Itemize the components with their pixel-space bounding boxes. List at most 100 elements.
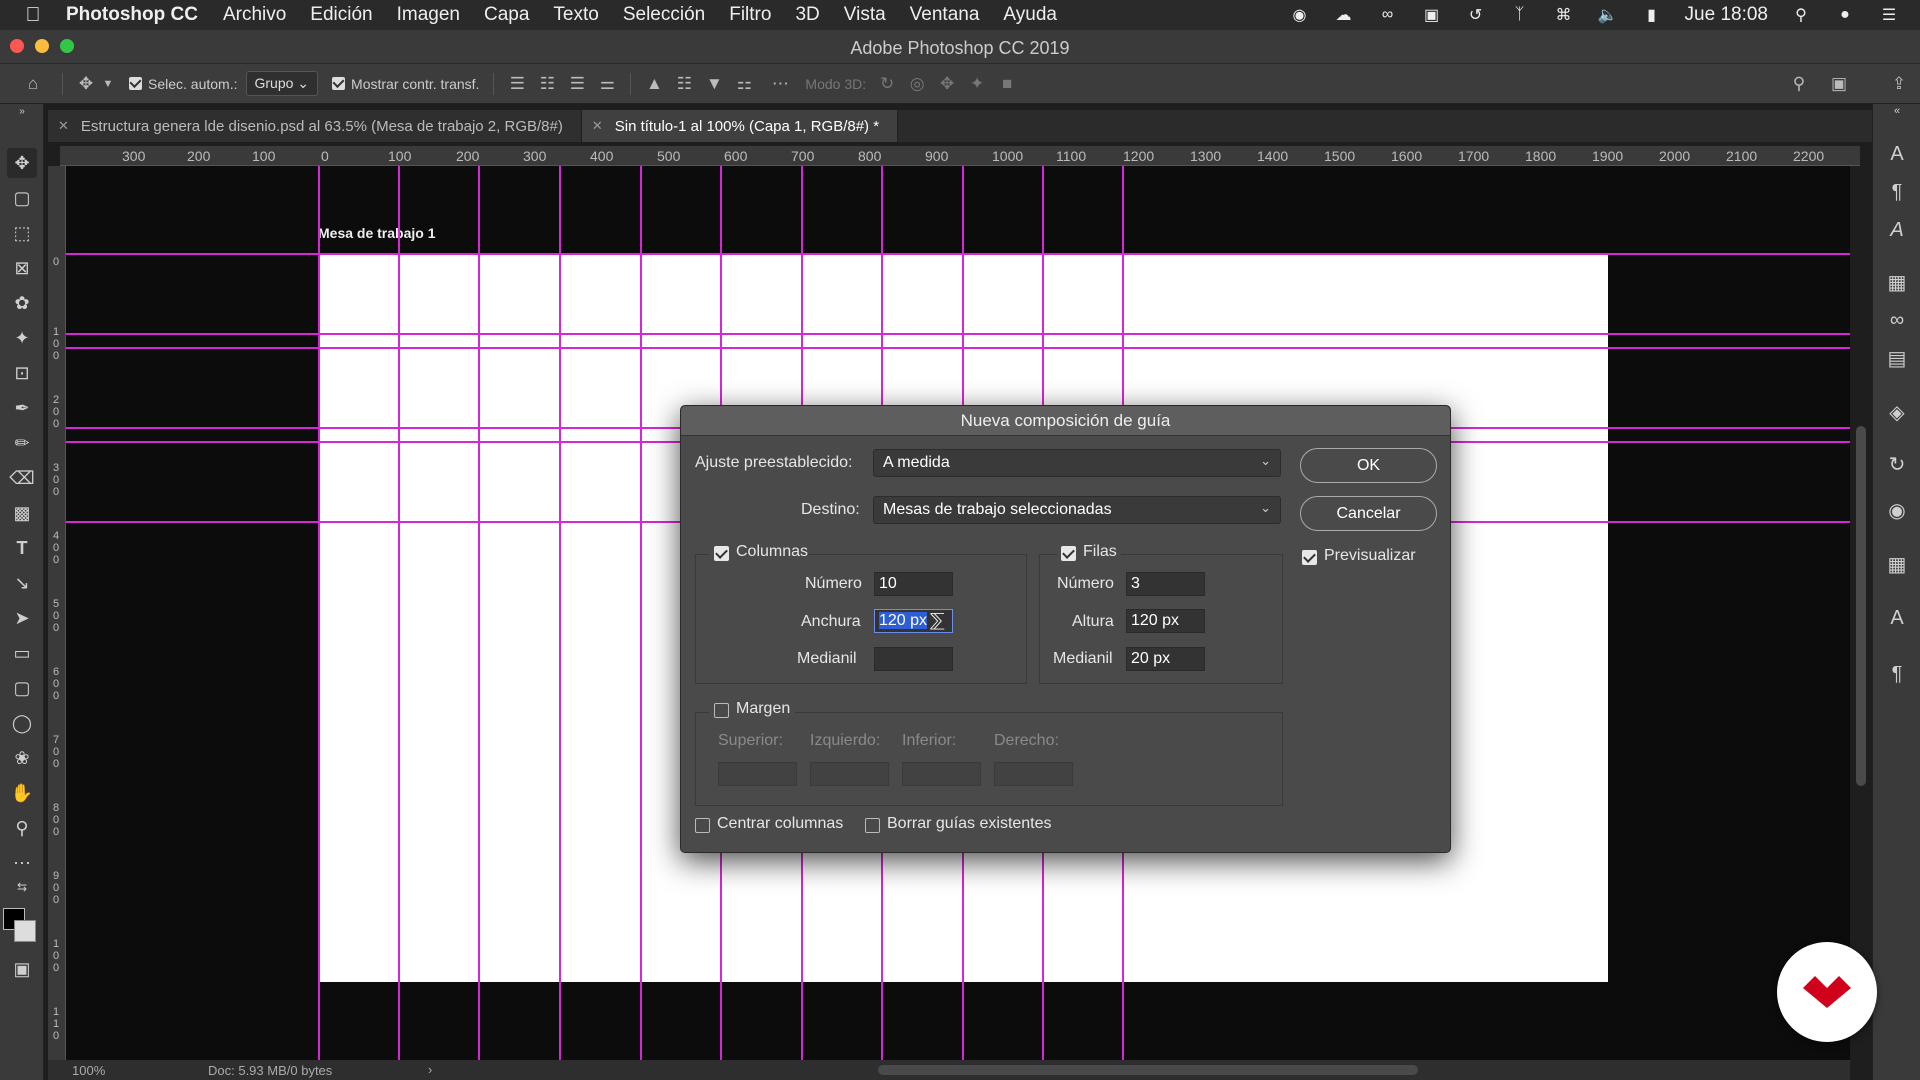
menu-capa[interactable]: Capa	[484, 4, 529, 26]
auto-select-check[interactable]	[129, 77, 142, 90]
magic-wand-tool-icon[interactable]: ✦	[7, 323, 37, 353]
align-right-icon[interactable]: ☰	[562, 69, 592, 99]
type-tool-icon[interactable]: T	[7, 533, 37, 563]
lasso-tool-icon[interactable]: ✿	[7, 288, 37, 318]
panel-collapse-icon[interactable]: «	[1883, 104, 1911, 118]
move-tool-icon[interactable]: ✥	[7, 148, 37, 178]
vertical-scroll-thumb[interactable]	[1856, 426, 1866, 786]
move-tool-icon[interactable]: ✥	[71, 69, 101, 99]
gradient-tool-icon[interactable]: ▩	[7, 498, 37, 528]
auto-select-mode-dropdown[interactable]: Grupo ⌄	[245, 71, 319, 96]
swap-colors-icon[interactable]: ⇆	[7, 878, 37, 896]
more-options-icon[interactable]: ⋯	[765, 69, 795, 99]
paragraph-panel-icon[interactable]: ¶	[1883, 178, 1911, 206]
frame-tool-icon[interactable]: ⊠	[7, 253, 37, 283]
custom-shape-tool-icon[interactable]: ❀	[7, 743, 37, 773]
margin-checkbox[interactable]	[714, 703, 729, 718]
zoom-level[interactable]: 100%	[72, 1063, 105, 1078]
clear-guides-checkbox[interactable]	[865, 818, 880, 833]
menu-imagen[interactable]: Imagen	[397, 4, 460, 26]
horizontal-guide[interactable]	[66, 333, 1850, 335]
volume-icon[interactable]: 🔈	[1597, 6, 1619, 24]
crop-tool-icon[interactable]: ⊡	[7, 358, 37, 388]
align-top-icon[interactable]: ▲	[639, 69, 669, 99]
eyedropper-tool-icon[interactable]: ✒	[7, 393, 37, 423]
cloud-icon[interactable]: ☁	[1333, 6, 1355, 24]
close-tab-icon[interactable]: ✕	[592, 118, 603, 134]
vertical-guide[interactable]	[398, 166, 400, 1060]
siri-icon[interactable]: ●	[1834, 6, 1856, 24]
preset-dropdown[interactable]: A medida ⌄	[873, 449, 1281, 477]
rows-number-input[interactable]: 3	[1126, 572, 1205, 596]
rows-gutter-input[interactable]: 20 px	[1126, 647, 1205, 671]
zoom-tool-icon[interactable]: ⚲	[7, 813, 37, 843]
distribute-icon[interactable]: ⚌	[592, 69, 622, 99]
menubar-clock[interactable]: Jue 18:08	[1685, 4, 1768, 26]
vertical-guide[interactable]	[318, 166, 320, 1060]
wifi-icon[interactable]: ⌘	[1553, 6, 1575, 24]
character-panel-icon[interactable]: A	[1883, 140, 1911, 168]
vertical-scrollbar[interactable]	[1850, 166, 1872, 1060]
target-dropdown[interactable]: Mesas de trabajo seleccionadas ⌄	[873, 496, 1281, 524]
battery-icon[interactable]: ▮	[1641, 6, 1663, 24]
ok-button[interactable]: OK	[1300, 448, 1437, 483]
apple-menu-icon[interactable]: 	[0, 4, 66, 27]
menu-ventana[interactable]: Ventana	[910, 4, 980, 26]
align-center-horizontal-icon[interactable]: ☷	[532, 69, 562, 99]
rows-height-input[interactable]: 120 px	[1126, 609, 1205, 633]
properties-panel-icon[interactable]: ▦	[1883, 268, 1911, 296]
show-transform-checkbox[interactable]: Mostrar contr. transf.	[332, 76, 479, 92]
align-bottom-icon[interactable]: ▼	[699, 69, 729, 99]
display-icon[interactable]: ▣	[1421, 6, 1443, 24]
bluetooth-icon[interactable]: ᛉ	[1509, 6, 1531, 24]
vertical-guide[interactable]	[478, 166, 480, 1060]
rounded-rectangle-tool-icon[interactable]: ▢	[7, 673, 37, 703]
record-icon[interactable]: ◉	[1289, 6, 1311, 24]
workspace-icon[interactable]: ▣	[1824, 69, 1854, 99]
share-icon[interactable]: ⇪	[1884, 69, 1914, 99]
columns-number-input[interactable]: 10	[874, 572, 953, 596]
document-info[interactable]: Doc: 5.93 MB/0 bytes	[208, 1063, 332, 1078]
menu-ayuda[interactable]: Ayuda	[1003, 4, 1057, 26]
app-menu[interactable]: Photoshop CC	[66, 4, 198, 26]
columns-gutter-input[interactable]	[874, 647, 953, 671]
layers-panel-icon[interactable]: ◈	[1883, 398, 1911, 426]
screen-mode-icon[interactable]: ▣	[7, 954, 37, 984]
swatches-panel-icon[interactable]: ◉	[1883, 496, 1911, 524]
time-machine-icon[interactable]: ↺	[1465, 6, 1487, 24]
grid-panel-icon[interactable]: ▦	[1883, 550, 1911, 578]
close-tab-icon[interactable]: ✕	[58, 118, 69, 134]
align-middle-vertical-icon[interactable]: ☷	[669, 69, 699, 99]
marquee-tool-icon[interactable]: ⬚	[7, 218, 37, 248]
character-styles-panel-icon[interactable]: A	[1883, 604, 1911, 632]
hand-tool-icon[interactable]: ✋	[7, 778, 37, 808]
chevron-down-icon[interactable]: ▼	[101, 69, 115, 99]
menu-archivo[interactable]: Archivo	[223, 4, 286, 26]
ellipse-tool-icon[interactable]: ◯	[7, 708, 37, 738]
columns-checkbox[interactable]	[714, 546, 729, 561]
preview-checkbox[interactable]	[1302, 550, 1317, 565]
libraries-panel-icon[interactable]: ∞	[1883, 306, 1911, 334]
menu-3d[interactable]: 3D	[795, 4, 819, 26]
eraser-tool-icon[interactable]: ⌫	[7, 463, 37, 493]
tab-sin-titulo-document[interactable]: ✕ Sin título-1 al 100% (Capa 1, RGB/8#) …	[581, 110, 899, 142]
horizontal-guide[interactable]	[66, 253, 1850, 255]
more-tools-icon[interactable]: ⋯	[7, 848, 37, 878]
paragraph-styles-panel-icon[interactable]: ¶	[1883, 660, 1911, 688]
rectangle-tool-icon[interactable]: ▭	[7, 638, 37, 668]
background-color-swatch[interactable]	[14, 920, 36, 942]
path-selection-tool-icon[interactable]: ↘	[7, 568, 37, 598]
auto-select-checkbox[interactable]: Selec. autom.:	[129, 76, 238, 92]
brush-tool-icon[interactable]: ✏	[7, 428, 37, 458]
search-icon[interactable]: ⚲	[1784, 69, 1814, 99]
tab-estructura-document[interactable]: ✕ Estructura genera lde disenio.psd al 6…	[48, 110, 582, 142]
adjustments-panel-icon[interactable]: ▤	[1883, 344, 1911, 372]
control-center-icon[interactable]: ☰	[1878, 6, 1900, 24]
distribute-vertical-icon[interactable]: ⚏	[729, 69, 759, 99]
align-left-icon[interactable]: ☰	[502, 69, 532, 99]
creative-cloud-icon[interactable]: ∞	[1377, 6, 1399, 24]
horizontal-scroll-thumb[interactable]	[878, 1065, 1418, 1075]
direct-selection-tool-icon[interactable]: ➤	[7, 603, 37, 633]
horizontal-guide[interactable]	[66, 347, 1850, 349]
menu-vista[interactable]: Vista	[844, 4, 886, 26]
